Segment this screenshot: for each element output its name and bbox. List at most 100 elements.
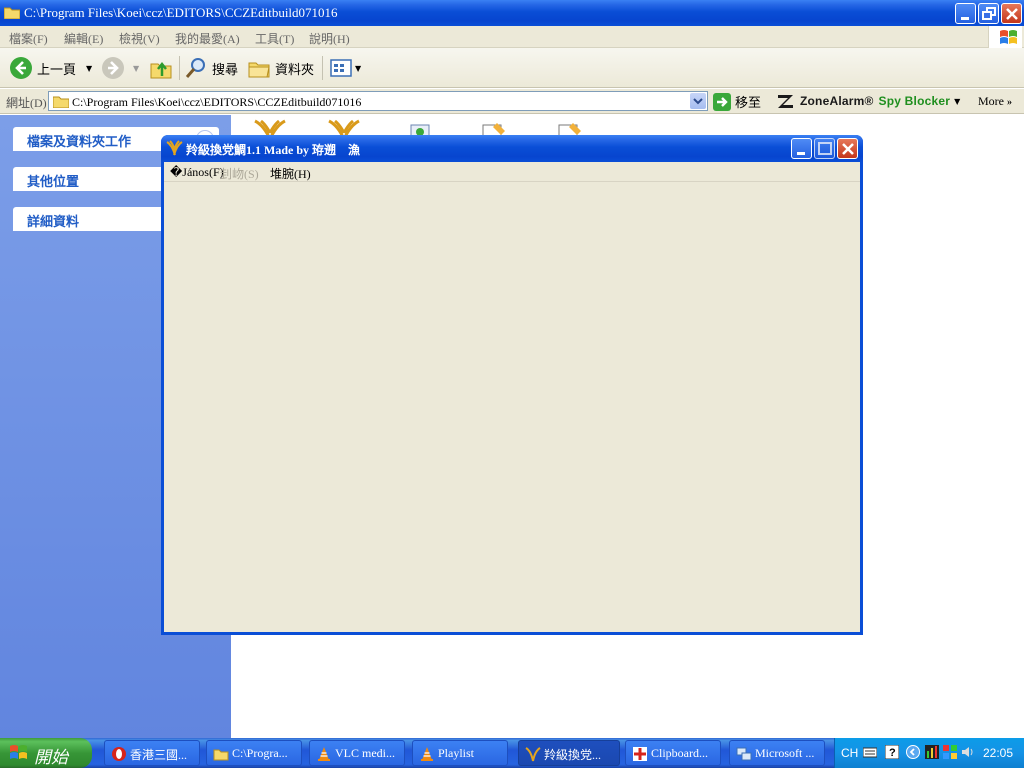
search-label: 搜尋 — [212, 61, 239, 77]
start-button[interactable]: 開始 — [0, 738, 92, 768]
editor-menu-file[interactable]: �János(F) — [170, 165, 224, 180]
editor-menu-bar: �János(F) 刲岉(S) 堆腕(H) — [164, 162, 860, 182]
go-button[interactable]: 移至 — [713, 92, 761, 111]
menu-view[interactable]: 檢視(V) — [119, 30, 160, 47]
taskbar-item-label: 香港三國... — [130, 748, 188, 762]
go-arrow-icon — [713, 92, 731, 111]
taskbar-item-vlc[interactable]: VLC medi... — [309, 740, 405, 766]
meter-icon[interactable] — [925, 745, 939, 759]
explorer-toolbar: 上一頁 ▼ ▼ 搜尋 資料夾 ▼ — [0, 48, 1024, 88]
menu-file[interactable]: 檔案(F) — [9, 30, 48, 47]
forward-dropdown-icon[interactable]: ▼ — [133, 64, 139, 73]
taskbar-item-explorer[interactable]: C:\Progra... — [206, 740, 302, 766]
maximize-icon — [818, 142, 832, 155]
folder-icon — [53, 96, 69, 108]
windows-logo — [988, 26, 1022, 48]
folders-icon — [248, 62, 270, 78]
language-indicator[interactable]: CH — [841, 746, 858, 760]
search-icon — [185, 58, 205, 78]
network-status-icon[interactable] — [943, 745, 957, 759]
opera-icon — [112, 747, 126, 761]
views-icon — [330, 59, 352, 77]
zonealarm-logo-icon — [778, 95, 793, 108]
svg-text:?: ? — [889, 747, 896, 759]
explorer-title-bar[interactable]: C:\Program Files\Koei\ccz\EDITORS\CCZEdi… — [0, 0, 1024, 26]
back-button[interactable]: 上一頁 ▼ — [9, 54, 92, 82]
address-label: 網址(D) — [6, 96, 47, 110]
folders-label: 資料夾 — [275, 61, 315, 77]
keyboard-icon[interactable] — [863, 745, 877, 759]
editor-minimize-button[interactable] — [791, 138, 812, 159]
help-icon[interactable]: ? — [885, 745, 899, 759]
taskbar-item-editor[interactable]: 羚級換党... — [518, 740, 620, 766]
menu-tools[interactable]: 工具(T) — [255, 30, 294, 47]
system-tray: CH ? 22:05 — [834, 738, 1024, 768]
restore-icon — [982, 7, 996, 20]
volume-icon[interactable] — [961, 745, 975, 759]
taskbar-item-playlist[interactable]: Playlist — [412, 740, 508, 766]
clipboard-icon — [633, 747, 647, 761]
address-value: C:\Program Files\Koei\ccz\EDITORS\CCZEdi… — [72, 95, 362, 109]
show-hidden-icons-icon[interactable] — [906, 745, 920, 759]
zonealarm-product: Spy Blocker — [878, 94, 951, 108]
taskbar-item-microsoft[interactable]: Microsoft ... — [729, 740, 825, 766]
editor-maximize-button[interactable] — [814, 138, 835, 159]
forward-button[interactable]: ▼ — [101, 54, 139, 82]
vlc-cone-icon — [421, 747, 433, 761]
taskbar-item-label: Microsoft ... — [755, 746, 815, 760]
address-bar: 網址(D) C:\Program Files\Koei\ccz\EDITORS\… — [0, 89, 1024, 114]
editor-client-area[interactable]: �János(F) 刲岉(S) 堆腕(H) — [164, 162, 860, 632]
explorer-menu-bar: 檔案(F) 編輯(E) 檢視(V) 我的最愛(A) 工具(T) 說明(H) — [0, 26, 1024, 48]
network-icon — [736, 747, 752, 761]
minimize-icon — [961, 17, 969, 20]
menu-favorites[interactable]: 我的最愛(A) — [175, 30, 240, 47]
restore-button[interactable] — [978, 3, 999, 24]
more-label: More — [978, 94, 1004, 108]
menu-edit[interactable]: 編輯(E) — [64, 30, 103, 47]
menu-help[interactable]: 說明(H) — [309, 30, 350, 47]
taskbar-item-label: Playlist — [438, 746, 475, 760]
taskbar-item-label: 羚級換党... — [544, 748, 602, 762]
clock[interactable]: 22:05 — [983, 746, 1013, 760]
back-dropdown-icon[interactable]: ▼ — [86, 64, 92, 73]
explorer-title: C:\Program Files\Koei\ccz\EDITORS\CCZEdi… — [24, 5, 338, 20]
editor-title: 羚級換党鯛1.1 Made by 珔遡 漁 — [186, 143, 361, 157]
editor-menu-help[interactable]: 堆腕(H) — [270, 165, 311, 182]
zonealarm-toolbar[interactable]: ZoneAlarm® Spy Blocker ▼ — [777, 93, 960, 109]
address-dropdown-button[interactable] — [690, 93, 706, 109]
up-folder-icon — [150, 61, 172, 79]
close-icon — [1006, 8, 1018, 20]
editor-menu-s: 刲岉(S) — [220, 167, 259, 181]
views-button[interactable]: ▼ — [329, 54, 361, 82]
taskbar-item-clipboard[interactable]: Clipboard... — [625, 740, 721, 766]
taskbar-item-label: C:\Progra... — [232, 746, 288, 760]
task-panel-label: 詳細資料 — [27, 214, 80, 229]
folders-button[interactable]: 資料夾 — [247, 54, 314, 82]
more-button[interactable]: More » — [978, 94, 1012, 109]
close-button[interactable] — [1001, 3, 1022, 24]
vlc-cone-icon — [318, 747, 330, 761]
minimize-button[interactable] — [955, 3, 976, 24]
minimize-icon — [797, 152, 805, 155]
zonealarm-brand: ZoneAlarm® — [800, 94, 874, 108]
search-button[interactable]: 搜尋 — [184, 54, 238, 82]
up-folder-button[interactable] — [149, 54, 173, 82]
editor-title-bar[interactable]: 羚級換党鯛1.1 Made by 珔遡 漁 — [161, 135, 863, 162]
chevron-down-icon: ▼ — [954, 96, 961, 106]
double-chevron-icon: » — [1007, 97, 1012, 108]
close-icon — [842, 143, 854, 155]
toolbar-separator — [179, 56, 180, 80]
folder-icon — [4, 7, 20, 19]
task-panel-label: 檔案及資料夾工作 — [27, 134, 132, 149]
address-input[interactable]: C:\Program Files\Koei\ccz\EDITORS\CCZEdi… — [48, 91, 708, 111]
start-label: 開始 — [34, 748, 68, 767]
phoenix-icon — [525, 747, 541, 762]
editor-close-button[interactable] — [837, 138, 858, 159]
taskbar-item-label: VLC medi... — [335, 746, 395, 760]
views-dropdown-icon: ▼ — [355, 63, 362, 73]
go-label: 移至 — [735, 95, 762, 110]
taskbar-item-opera[interactable]: 香港三國... — [104, 740, 200, 766]
taskbar-item-label: Clipboard... — [651, 746, 708, 760]
toolbar-separator — [322, 56, 323, 80]
task-panel-label: 其他位置 — [27, 174, 80, 189]
